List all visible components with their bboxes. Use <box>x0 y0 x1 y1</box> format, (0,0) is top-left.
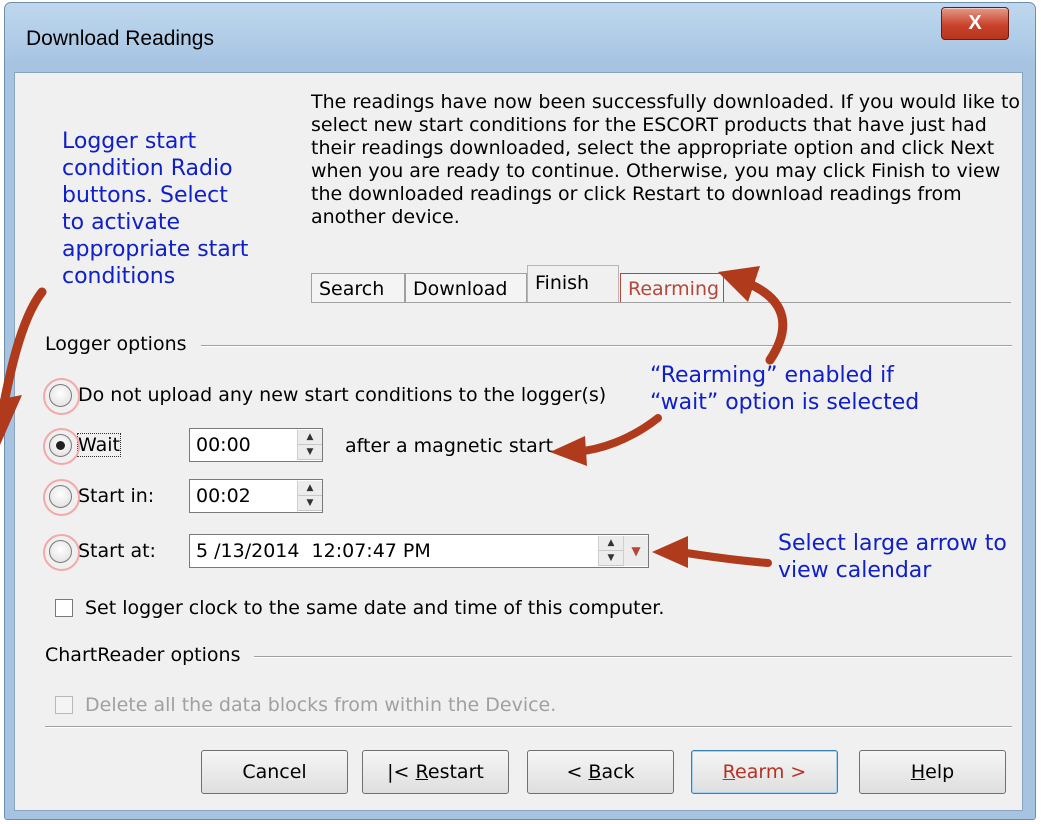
annotation-line: “wait” option is selected <box>650 390 920 415</box>
tab-download[interactable]: Download <box>405 273 527 303</box>
radio-start-at-row[interactable]: Start at: <box>43 532 156 571</box>
start-in-value: 00:02 <box>196 485 251 507</box>
cancel-button[interactable]: Cancel <box>201 750 348 794</box>
radio-start-at[interactable] <box>43 533 80 571</box>
help-mnemonic: H <box>910 761 926 783</box>
tab-search[interactable]: Search <box>311 273 405 303</box>
annotation-line: “Rearming” enabled if <box>650 363 894 388</box>
set-clock-checkbox[interactable] <box>55 599 73 617</box>
spin-down-icon[interactable]: ▼ <box>298 445 322 460</box>
start-at-spinner[interactable]: ▲ ▼ <box>598 536 623 566</box>
wait-time-input[interactable]: 00:00 ▲ ▼ <box>189 428 323 462</box>
back-label: ack <box>601 761 635 783</box>
start-in-input[interactable]: 00:02 ▲ ▼ <box>189 479 323 513</box>
annotation-line: to activate <box>62 210 181 235</box>
restart-mnemonic: R <box>415 761 428 783</box>
annotation-line: Logger start <box>62 129 197 154</box>
intro-text: The readings have now been successfully … <box>311 91 1021 228</box>
rearm-label: earm > <box>735 761 807 783</box>
calendar-annotation: Select large arrow to view calendar <box>778 530 1007 584</box>
radio-start-in[interactable] <box>43 478 80 516</box>
close-button[interactable]: X <box>941 7 1009 40</box>
help-button[interactable]: Help <box>859 750 1006 794</box>
rearm-button[interactable]: Rearm > <box>691 750 838 794</box>
back-mnemonic: B <box>588 761 602 783</box>
annotation-line: Select large arrow to <box>778 531 1007 556</box>
cancel-button-label: Cancel <box>242 761 307 783</box>
wait-time-spinner[interactable]: ▲ ▼ <box>297 430 322 460</box>
radio-no-upload[interactable] <box>43 377 80 415</box>
tab-rearming[interactable]: Rearming <box>620 273 724 303</box>
start-at-datetime-picker[interactable]: 5 /13/2014 12:07:47 PM ▲ ▼ ▼ <box>189 534 649 568</box>
button-bar-divider <box>45 726 1012 727</box>
annotation-line: view calendar <box>778 558 932 583</box>
set-clock-row[interactable]: Set logger clock to the same date and ti… <box>55 597 664 619</box>
radio-buttons-annotation: Logger start condition Radio buttons. Se… <box>62 128 248 290</box>
annotation-line: condition Radio <box>62 156 233 181</box>
radio-start-at-label: Start at: <box>78 540 156 562</box>
annotation-line: appropriate start <box>62 237 249 262</box>
rearm-mnemonic: R <box>722 761 736 783</box>
start-at-value: 5 /13/2014 12:07:47 PM <box>196 540 431 562</box>
delete-blocks-label: Delete all the data blocks from within t… <box>85 694 557 716</box>
radio-wait-row[interactable]: Wait <box>43 426 121 465</box>
radio-highlight <box>43 427 80 465</box>
restart-button[interactable]: |< Restart <box>362 750 509 794</box>
delete-blocks-checkbox <box>55 696 73 714</box>
radio-wait-label: Wait <box>77 433 121 457</box>
wait-time-value: 00:00 <box>196 434 251 456</box>
spin-up-icon[interactable]: ▲ <box>599 536 623 551</box>
restart-prefix: |< <box>387 761 416 783</box>
logger-options-heading: Logger options <box>45 333 201 355</box>
spin-down-icon[interactable]: ▼ <box>599 551 623 566</box>
spin-up-icon[interactable]: ▲ <box>298 430 322 445</box>
back-prefix: < <box>566 761 589 783</box>
chartreader-options-heading: ChartReader options <box>45 644 255 666</box>
radio-start-in-row[interactable]: Start in: <box>43 477 155 516</box>
radio-no-upload-label: Do not upload any new start conditions t… <box>78 384 607 406</box>
close-icon: X <box>968 12 982 34</box>
restart-label: estart <box>427 761 484 783</box>
start-in-spinner[interactable]: ▲ ▼ <box>297 481 322 511</box>
set-clock-label: Set logger clock to the same date and ti… <box>85 597 665 619</box>
delete-blocks-row: Delete all the data blocks from within t… <box>55 694 556 716</box>
annotation-line: buttons. Select <box>62 183 228 208</box>
window-title: Download Readings <box>26 27 214 50</box>
radio-start-in-label: Start in: <box>78 485 155 507</box>
spin-down-icon[interactable]: ▼ <box>298 496 322 511</box>
wait-suffix-label: after a magnetic start <box>345 435 554 457</box>
tab-divider <box>311 302 1011 303</box>
title-bar[interactable]: Download Readings X <box>5 3 1035 73</box>
help-label: elp <box>925 761 955 783</box>
rearming-annotation: “Rearming” enabled if “wait” option is s… <box>650 362 919 416</box>
radio-highlight <box>43 478 80 516</box>
calendar-dropdown-icon[interactable]: ▼ <box>623 536 648 566</box>
annotation-line: conditions <box>62 264 176 289</box>
radio-wait[interactable] <box>43 427 80 465</box>
radio-highlight <box>43 377 80 415</box>
spin-up-icon[interactable]: ▲ <box>298 481 322 496</box>
tab-finish[interactable]: Finish <box>527 265 619 303</box>
radio-highlight <box>43 533 80 571</box>
radio-no-upload-row[interactable]: Do not upload any new start conditions t… <box>43 376 607 415</box>
back-button[interactable]: < Back <box>527 750 674 794</box>
